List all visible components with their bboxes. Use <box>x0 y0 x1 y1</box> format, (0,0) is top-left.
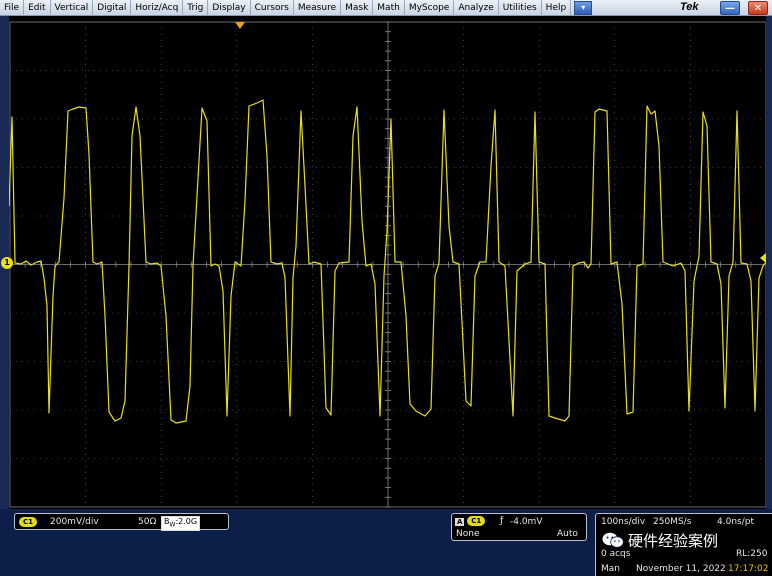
timebase: 100ns/div <box>601 517 646 527</box>
trigger-level: -4.0mV <box>510 517 543 527</box>
run-mode: Man <box>601 564 620 574</box>
menu-item-edit[interactable]: Edit <box>24 0 51 16</box>
ch1-ground-marker[interactable]: 1 <box>1 257 13 269</box>
close-button[interactable]: ✕ <box>748 1 768 15</box>
waveform-display[interactable] <box>9 16 766 509</box>
time: 17:17:02 <box>728 564 769 574</box>
date: November 11, 2022 <box>636 564 726 574</box>
resolution: 4.0ns/pt <box>717 517 754 527</box>
trigger-a-label: A <box>455 517 465 526</box>
brand-logo: Tek <box>680 1 699 13</box>
menu-item-utilities[interactable]: Utilities <box>499 0 542 16</box>
menu-item-horiz-acq[interactable]: Horiz/Acq <box>131 0 184 16</box>
record-length: RL:250 <box>736 549 768 559</box>
menu-bar: File Edit Vertical Digital Horiz/Acq Trig Disp… <box>0 0 772 16</box>
bandwidth-limit: BW:2.0G <box>161 516 201 531</box>
sample-rate: 250MS/s <box>653 517 692 527</box>
menu-item-cursors[interactable]: Cursors <box>251 0 294 16</box>
watermark: 硬件经验案例 <box>602 528 718 552</box>
trigger-level-marker <box>760 253 766 263</box>
rising-edge-icon: ƒ <box>500 516 504 526</box>
chevron-down-icon[interactable]: ▾ <box>574 0 593 15</box>
trigger-readout[interactable]: A C1 ƒ -4.0mV None Auto <box>451 513 587 541</box>
ch1-vertical-readout[interactable]: C1 200mV/div 50Ω BW:2.0G <box>14 513 229 531</box>
menu-item-measure[interactable]: Measure <box>294 0 342 16</box>
volts-per-div: 200mV/div <box>50 517 99 527</box>
menu-item-myscope[interactable]: MyScope <box>405 0 455 16</box>
trigger-mode: Auto <box>557 529 578 539</box>
trigger-ch-badge: C1 <box>467 516 486 526</box>
right-margin <box>766 16 772 509</box>
trigger-position-marker <box>235 22 245 29</box>
watermark-text: 硬件经验案例 <box>628 531 719 550</box>
ch1-badge: C1 <box>19 517 38 527</box>
menu-item-digital[interactable]: Digital <box>93 0 132 16</box>
menu-item-vertical[interactable]: Vertical <box>51 0 94 16</box>
menu-item-mask[interactable]: Mask <box>341 0 374 16</box>
menu-item-file[interactable]: File <box>0 0 25 16</box>
trigger-coupling: None <box>456 529 480 539</box>
menu-item-trig[interactable]: Trig <box>183 0 209 16</box>
menu-item-help[interactable]: Help <box>542 0 572 16</box>
menu-item-display[interactable]: Display <box>208 0 251 16</box>
menu-item-math[interactable]: Math <box>373 0 405 16</box>
minimize-button[interactable]: — <box>720 1 740 15</box>
graticule-svg <box>9 21 766 508</box>
menu-item-analyze[interactable]: Analyze <box>454 0 499 16</box>
impedance: 50Ω <box>138 517 157 527</box>
wechat-icon <box>602 531 624 549</box>
